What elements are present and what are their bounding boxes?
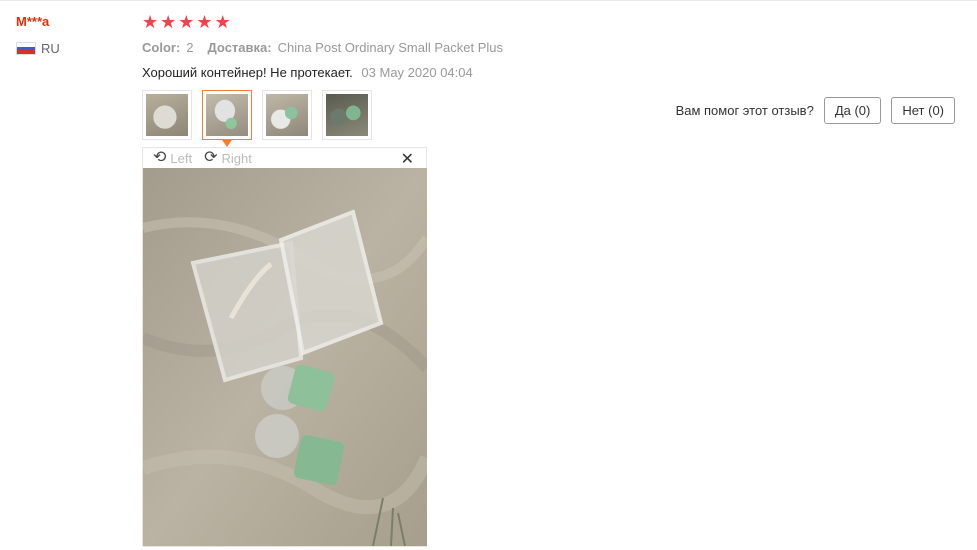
photo-thumbnails (142, 90, 372, 147)
country-code: RU (41, 41, 60, 56)
russia-flag-icon (16, 42, 36, 55)
helpful-question: Вам помог этот отзыв? (675, 103, 814, 118)
viewer-toolbar: ⟲ Left ⟳ Right ✕ (143, 148, 426, 169)
selected-indicator-arrow (222, 140, 232, 147)
star-icon: ★ (214, 12, 231, 32)
rotate-left-icon[interactable]: ⟲ (153, 150, 166, 166)
thumbnail-image (146, 94, 188, 136)
thumbnail-image (206, 94, 248, 136)
review-photo (143, 168, 427, 546)
thumbnail-4[interactable] (322, 90, 372, 140)
thumbnail-image (266, 94, 308, 136)
reviewer-country: RU (16, 41, 60, 56)
review-text: Хороший контейнер! Не протекает. (142, 65, 353, 80)
photo-viewer: ⟲ Left ⟳ Right ✕ (142, 147, 427, 547)
thumbnail-3[interactable] (262, 90, 312, 140)
review-date: 03 May 2020 04:04 (361, 65, 473, 80)
delivery-value: China Post Ordinary Small Packet Plus (277, 40, 504, 55)
star-rating: ★ ★ ★ ★ ★ (142, 12, 231, 32)
helpful-section: Вам помог этот отзыв? Да (0) Нет (0) (676, 97, 955, 124)
top-divider (0, 0, 977, 1)
color-value: 2 (186, 40, 194, 55)
order-info: Color: 2 Доставка: China Post Ordinary S… (142, 40, 503, 55)
star-icon: ★ (160, 12, 177, 32)
delivery-label: Доставка: (207, 40, 272, 55)
yes-button[interactable]: Да (0) (823, 97, 882, 124)
star-icon: ★ (178, 12, 195, 32)
color-label: Color: (142, 40, 181, 55)
no-button[interactable]: Нет (0) (891, 97, 955, 124)
thumbnail-1[interactable] (142, 90, 192, 140)
rotate-right-icon[interactable]: ⟳ (204, 150, 217, 166)
thumbnail-image (326, 94, 368, 136)
reviewer-name: M***a (16, 14, 50, 29)
rotate-right-label[interactable]: Right (222, 151, 252, 166)
review-body: Хороший контейнер! Не протекает. 03 May … (142, 65, 473, 80)
star-icon: ★ (196, 12, 213, 32)
photo-illustration (143, 168, 427, 546)
close-icon[interactable]: ✕ (401, 149, 414, 169)
thumbnail-2-selected[interactable] (202, 90, 252, 147)
rotate-left-label[interactable]: Left (170, 151, 192, 166)
star-icon: ★ (142, 12, 159, 32)
